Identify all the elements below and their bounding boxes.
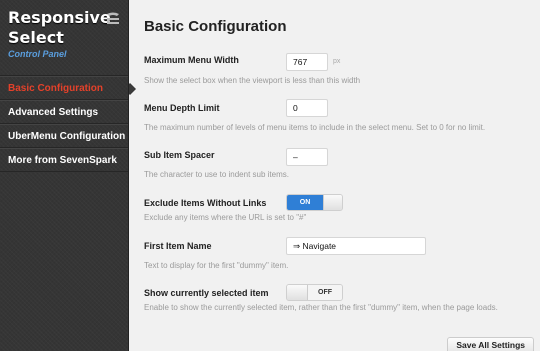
sidebar-item-more-from-sevenspark[interactable]: More from SevenSpark bbox=[0, 148, 128, 172]
sidebar-item-ubermenu-configuration[interactable]: UberMenu Configuration bbox=[0, 124, 128, 148]
first-item-label: First Item Name bbox=[144, 241, 212, 251]
first-item-input[interactable] bbox=[286, 237, 426, 255]
sidebar-item-label: UberMenu Configuration bbox=[8, 131, 126, 142]
show-selected-toggle[interactable]: OFF bbox=[286, 284, 343, 301]
depth-label: Menu Depth Limit bbox=[144, 103, 220, 113]
exclude-toggle[interactable]: ON bbox=[286, 194, 343, 211]
app-title: Responsive Select bbox=[8, 8, 111, 47]
spacer-label: Sub Item Spacer bbox=[144, 150, 215, 160]
save-all-settings-button[interactable]: Save All Settings bbox=[447, 337, 534, 351]
depth-description: The maximum number of levels of menu ite… bbox=[144, 123, 486, 132]
spacer-input[interactable] bbox=[286, 148, 328, 166]
sidebar-item-advanced-settings[interactable]: Advanced Settings bbox=[0, 100, 128, 124]
toggle-off-label: OFF bbox=[308, 285, 342, 300]
max-width-label: Maximum Menu Width bbox=[144, 55, 239, 65]
first-item-description: Text to display for the first "dummy" it… bbox=[144, 261, 289, 270]
sidebar-item-label: Advanced Settings bbox=[8, 107, 99, 118]
show-selected-description: Enable to show the currently selected it… bbox=[144, 303, 498, 312]
sidebar-nav: Basic Configuration Advanced Settings Ub… bbox=[0, 76, 136, 172]
exclude-label: Exclude Items Without Links bbox=[144, 198, 267, 208]
main-panel: Basic Configuration Maximum Menu Width p… bbox=[130, 0, 540, 351]
toggle-knob bbox=[323, 195, 342, 210]
spacer-description: The character to use to indent sub items… bbox=[144, 170, 289, 179]
depth-input[interactable] bbox=[286, 99, 328, 117]
page-title: Basic Configuration bbox=[144, 18, 287, 35]
show-selected-label: Show currently selected item bbox=[144, 288, 269, 298]
toggle-knob bbox=[287, 285, 308, 300]
max-width-description: Show the select box when the viewport is… bbox=[144, 76, 361, 85]
toggle-on-label: ON bbox=[287, 195, 323, 210]
sidebar-item-label: Basic Configuration bbox=[8, 83, 104, 94]
max-width-unit: px bbox=[333, 58, 341, 65]
sidebar-item-label: More from SevenSpark bbox=[8, 155, 117, 166]
exclude-description: Exclude any items where the URL is set t… bbox=[144, 213, 307, 222]
max-width-input[interactable] bbox=[286, 53, 328, 71]
app-subtitle: Control Panel bbox=[8, 49, 67, 59]
sidebar-item-basic-configuration[interactable]: Basic Configuration bbox=[0, 76, 136, 100]
spark-logo-icon bbox=[107, 12, 119, 24]
sidebar: Responsive Select Control Panel Basic Co… bbox=[0, 0, 136, 351]
brand: Responsive Select Control Panel bbox=[0, 0, 128, 76]
